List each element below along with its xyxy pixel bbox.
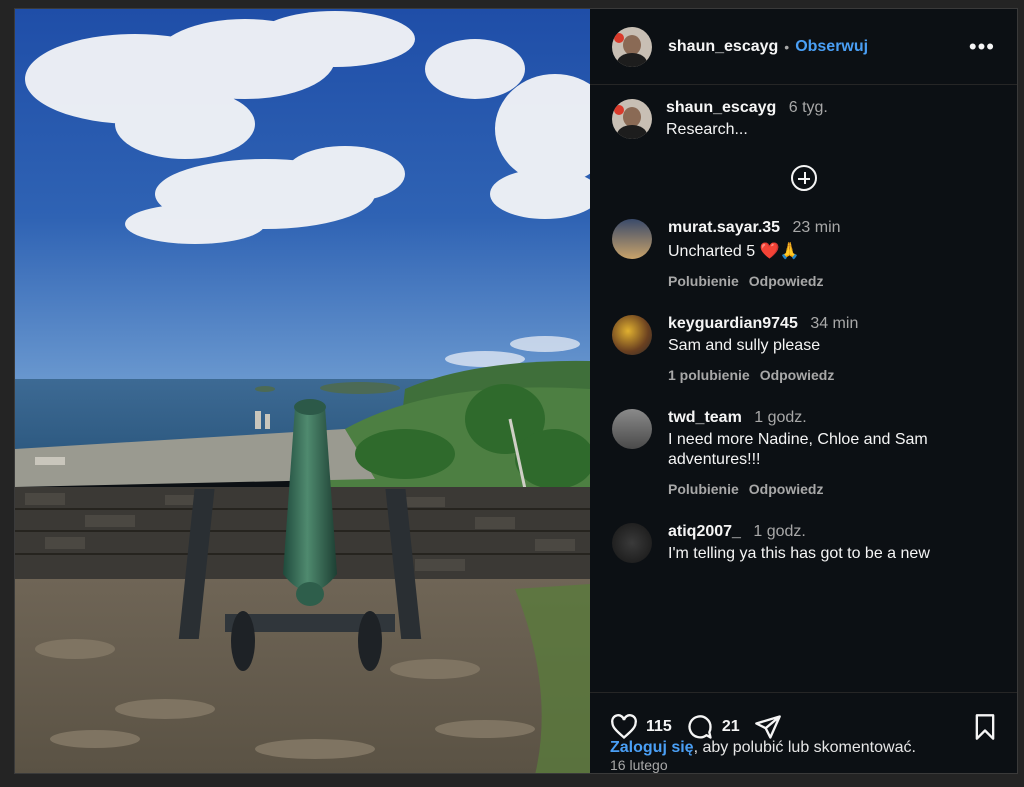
caption-time[interactable]: 6 tyg. — [789, 99, 828, 116]
comment-likes-count[interactable]: 1 polubienie — [668, 367, 750, 383]
comment-text-line-1: I need more Nadine, Chloe and Sam — [668, 431, 928, 448]
follow-button[interactable]: Obserwuj — [795, 38, 868, 56]
comment-time[interactable]: 1 godz. — [754, 409, 806, 426]
like-comment-button[interactable]: Polubienie — [668, 481, 739, 497]
comment-text-line-2: adventures!!! — [668, 451, 761, 468]
comment-text: Uncharted 5 ❤️🙏 — [668, 243, 800, 260]
caption-username[interactable]: shaun_escayg — [666, 99, 776, 116]
post-header: shaun_escayg • Obserwuj ••• — [590, 9, 1017, 85]
share-icon[interactable] — [754, 713, 782, 741]
separator-dot: • — [784, 38, 790, 55]
comment-username[interactable]: twd_team — [668, 409, 742, 426]
post-modal: shaun_escayg • Obserwuj ••• shaun_escayg… — [14, 8, 1018, 774]
comment-text: I'm telling ya this has got to be a new — [668, 545, 930, 562]
reply-button[interactable]: Odpowiedz — [749, 481, 824, 497]
comment-item: twd_team 1 godz. I need more Nadine, Chl… — [590, 403, 1017, 497]
load-more-comments-icon[interactable] — [790, 165, 817, 191]
post-date[interactable]: 16 lutego — [610, 757, 997, 773]
reply-button[interactable]: Odpowiedz — [749, 273, 824, 289]
like-comment-button[interactable]: Polubienie — [668, 273, 739, 289]
heart-icon[interactable] — [610, 714, 638, 740]
login-prompt-text: , aby polubić lub skomentować. — [693, 739, 916, 756]
bookmark-icon[interactable] — [973, 713, 997, 741]
comment-item: murat.sayar.35 23 min Uncharted 5 ❤️🙏 Po… — [590, 213, 1017, 289]
author-username[interactable]: shaun_escayg — [668, 38, 778, 56]
reply-button[interactable]: Odpowiedz — [760, 367, 835, 383]
post-footer: 115 21 16 lutego — [590, 693, 1017, 773]
caption-author-avatar[interactable] — [612, 99, 652, 139]
comments-count: 21 — [721, 718, 740, 735]
login-prompt: Zaloguj się, aby polubić lub skomentować… — [610, 739, 916, 757]
comments-list[interactable]: shaun_escayg 6 tyg. Research... murat.sa… — [590, 85, 1017, 693]
comment-time[interactable]: 23 min — [793, 219, 841, 236]
comment-username[interactable]: atiq2007_ — [668, 523, 741, 540]
commenter-avatar[interactable] — [612, 219, 652, 259]
login-link[interactable]: Zaloguj się — [610, 739, 694, 756]
comment-text: Sam and sully please — [668, 337, 821, 354]
post-side-panel: shaun_escayg • Obserwuj ••• shaun_escayg… — [590, 9, 1017, 773]
cannon-landscape-image — [15, 9, 590, 773]
more-options-icon[interactable]: ••• — [969, 35, 995, 58]
commenter-avatar[interactable] — [612, 523, 652, 563]
commenter-avatar[interactable] — [612, 315, 652, 355]
comment-time[interactable]: 34 min — [810, 315, 858, 332]
comment-item: keyguardian9745 34 min Sam and sully ple… — [590, 309, 1017, 383]
commenter-avatar[interactable] — [612, 409, 652, 449]
likes-count[interactable]: 115 — [646, 718, 672, 736]
comment-icon[interactable] — [686, 713, 714, 741]
comment-username[interactable]: keyguardian9745 — [668, 315, 798, 332]
author-avatar[interactable] — [612, 26, 652, 67]
comment-time[interactable]: 1 godz. — [753, 523, 805, 540]
caption-text: Research... — [666, 121, 748, 138]
comment-username[interactable]: murat.sayar.35 — [668, 219, 780, 236]
comment-item: atiq2007_ 1 godz. I'm telling ya this ha… — [590, 517, 1017, 563]
post-caption: shaun_escayg 6 tyg. Research... — [590, 85, 1017, 139]
post-photo[interactable] — [15, 9, 590, 773]
